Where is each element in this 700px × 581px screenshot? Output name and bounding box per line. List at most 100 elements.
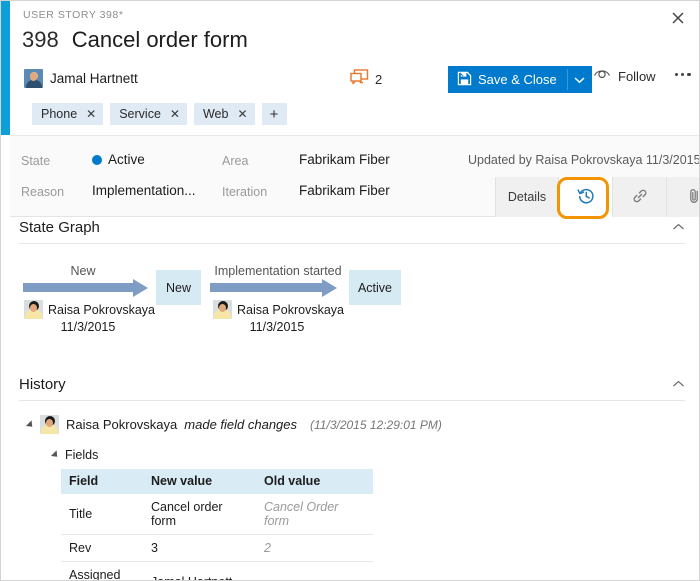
transition-date: 11/3/2015: [212, 320, 342, 334]
chevron-up-icon[interactable]: [672, 223, 685, 236]
transition-label: New: [23, 264, 143, 278]
transition-arrowhead: [133, 279, 148, 297]
add-tag-button[interactable]: +: [262, 103, 287, 125]
expand-triangle-icon[interactable]: [26, 420, 35, 429]
state-field-value[interactable]: Active: [108, 152, 145, 167]
transition-arrow: [210, 283, 322, 292]
tag-label: Web: [203, 107, 228, 121]
transition-label: Implementation started: [208, 264, 348, 278]
accent-bar: [1, 1, 10, 135]
assignee[interactable]: Jamal Hartnett: [24, 69, 138, 88]
fields-group-label: Fields: [65, 448, 98, 462]
save-and-close-button[interactable]: Save & Close: [448, 66, 592, 93]
tab-links[interactable]: [613, 177, 667, 217]
breadcrumb: USER STORY 398*: [23, 9, 123, 21]
state-graph-header: State Graph: [19, 219, 685, 244]
history-entry-person: Raisa Pokrovskaya: [66, 417, 177, 432]
expand-triangle-icon[interactable]: [51, 450, 60, 459]
avatar: [40, 415, 59, 434]
work-item-id: 398: [22, 27, 59, 53]
state-status-dot: [92, 155, 102, 165]
follow-label: Follow: [618, 69, 656, 84]
tag-remove-icon[interactable]: ✕: [237, 108, 247, 120]
iteration-field-value[interactable]: Fabrikam Fiber: [299, 183, 390, 198]
cell-field: Rev: [61, 535, 143, 562]
column-header-new-value: New value: [143, 469, 256, 494]
comment-bubbles-icon: [350, 69, 369, 90]
follow-button[interactable]: Follow: [593, 67, 656, 85]
tag-chip[interactable]: Phone ✕: [32, 103, 103, 125]
transition-person: Raisa Pokrovskaya: [213, 300, 344, 319]
cell-new-value: Jamal Hartnett: [143, 562, 256, 581]
reason-field-label: Reason: [21, 185, 64, 199]
fields-group-toggle[interactable]: Fields: [53, 448, 98, 462]
link-chain-icon: [631, 187, 649, 208]
avatar: [24, 300, 43, 319]
tag-chip[interactable]: Service ✕: [110, 103, 187, 125]
transition-person-label: Raisa Pokrovskaya: [48, 303, 155, 317]
tags-list: Phone ✕ Service ✕ Web ✕ +: [32, 103, 287, 125]
tag-label: Phone: [41, 107, 77, 121]
transition-person-label: Raisa Pokrovskaya: [237, 303, 344, 317]
column-header-old-value: Old value: [256, 469, 373, 494]
work-item-header: USER STORY 398* 398 Cancel order form Ja…: [10, 1, 699, 135]
tab-details-label: Details: [508, 190, 546, 204]
save-and-close-label: Save & Close: [478, 72, 557, 87]
transition-arrow: [23, 283, 133, 292]
table-row: Assigned To Jamal Hartnett: [61, 562, 373, 581]
state-node-active: Active: [349, 270, 401, 305]
page-title: 398 Cancel order form: [22, 27, 248, 53]
save-disk-icon: [457, 71, 472, 89]
work-item-dialog: USER STORY 398* 398 Cancel order form Ja…: [0, 0, 700, 581]
transition-person: Raisa Pokrovskaya: [24, 300, 155, 319]
tab-strip: Details: [495, 177, 700, 217]
cell-old-value: 2: [256, 535, 373, 562]
field-changes-table: Field New value Old value Title Cancel o…: [61, 469, 373, 581]
fields-summary-strip: State Active Reason Implementation... Ar…: [10, 135, 699, 217]
updated-by-label: Updated by Raisa Pokrovskaya 11/3/2015: [468, 153, 700, 167]
history-clock-icon: [577, 187, 595, 208]
paperclip-icon: [685, 187, 700, 208]
close-icon[interactable]: [667, 7, 689, 29]
table-row: Title Cancel order form Cancel Order for…: [61, 494, 373, 535]
history-title: History: [19, 376, 66, 393]
cell-old-value: [256, 562, 373, 581]
state-node-new: New: [156, 270, 201, 305]
history-entry-action: made field changes: [184, 417, 297, 432]
chevron-up-icon[interactable]: [672, 380, 685, 393]
eye-icon: [593, 67, 611, 85]
comment-count-label: 2: [375, 72, 382, 87]
save-options-dropdown[interactable]: [568, 66, 592, 93]
area-field-label: Area: [222, 154, 248, 168]
state-graph-title: State Graph: [19, 219, 100, 236]
avatar: [213, 300, 232, 319]
tag-remove-icon[interactable]: ✕: [86, 108, 96, 120]
tag-chip[interactable]: Web ✕: [194, 103, 255, 125]
cell-new-value: Cancel order form: [143, 494, 256, 535]
assignee-label: Jamal Hartnett: [50, 71, 138, 86]
cell-new-value: 3: [143, 535, 256, 562]
transition-arrowhead: [322, 279, 337, 297]
cell-field: Title: [61, 494, 143, 535]
cell-field: Assigned To: [61, 562, 143, 581]
area-field-value[interactable]: Fabrikam Fiber: [299, 152, 390, 167]
tag-remove-icon[interactable]: ✕: [170, 108, 180, 120]
history-entry-timestamp: (11/3/2015 12:29:01 PM): [310, 418, 442, 432]
transition-date: 11/3/2015: [23, 320, 153, 334]
history-header: History: [19, 376, 685, 401]
avatar: [24, 69, 43, 88]
tab-attachments[interactable]: [667, 177, 700, 217]
column-header-field: Field: [61, 469, 143, 494]
reason-field-value[interactable]: Implementation...: [92, 183, 196, 198]
tab-details[interactable]: Details: [496, 177, 559, 217]
work-item-title[interactable]: Cancel order form: [72, 27, 248, 53]
tab-history[interactable]: [559, 177, 613, 217]
cell-old-value: Cancel Order form: [256, 494, 373, 535]
table-header-row: Field New value Old value: [61, 469, 373, 494]
state-field-label: State: [21, 154, 50, 168]
more-ellipsis-icon[interactable]: [675, 73, 691, 76]
discussion-count[interactable]: 2: [350, 69, 382, 90]
tag-label: Service: [119, 107, 161, 121]
table-row: Rev 3 2: [61, 535, 373, 562]
history-entry: Raisa Pokrovskaya made field changes (11…: [28, 415, 442, 434]
